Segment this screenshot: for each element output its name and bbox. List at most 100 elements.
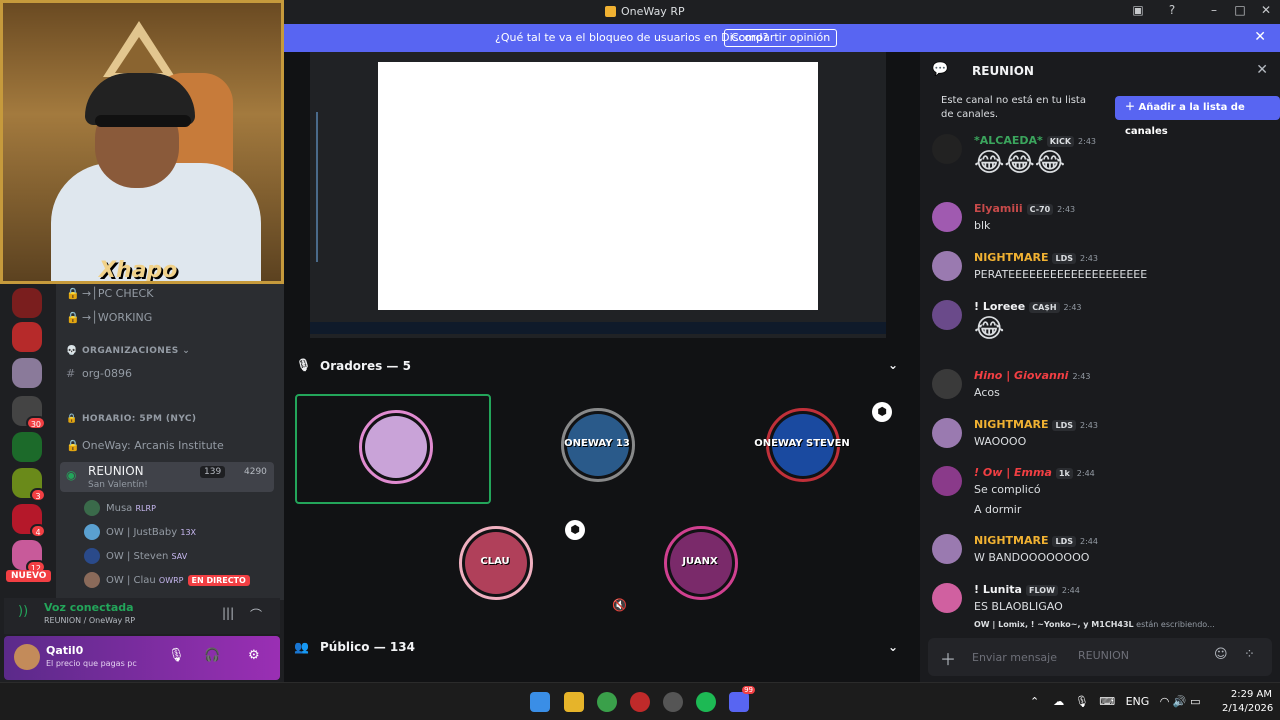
window-title: OneWay RP: [621, 5, 685, 18]
channel-arcanis[interactable]: 🔒 OneWay: Arcanis Institute: [66, 439, 224, 459]
server-icon[interactable]: 3: [12, 468, 46, 502]
disconnect-icon[interactable]: ⌒: [250, 606, 262, 623]
os-taskbar: 99 ⌃ ☁ 🎙 ⌨ ENG ◠ 🔊 ▭ 2:29 AM 2/14/2026: [0, 682, 1280, 720]
lock-icon: 🔒: [66, 439, 80, 452]
app-icon[interactable]: [630, 692, 650, 712]
speaker-tile[interactable]: [295, 394, 491, 504]
plus-icon[interactable]: ＋: [940, 646, 956, 670]
speaker-tile[interactable]: ONEWAY 13: [499, 394, 695, 504]
close-icon[interactable]: ✕: [1256, 62, 1268, 78]
mic-icon: 🎙: [296, 358, 312, 372]
file-explorer-icon[interactable]: [564, 692, 584, 712]
server-icon[interactable]: 4: [12, 504, 46, 538]
voice-status: Voz conectada: [44, 601, 134, 614]
apps-icon[interactable]: ⁘: [1244, 647, 1255, 662]
muted-icon: 🔇: [612, 598, 627, 612]
chevron-down-icon[interactable]: ⌄: [888, 640, 898, 654]
avatar: [84, 572, 100, 588]
voice-channel-name[interactable]: REUNION / OneWay RP: [44, 616, 135, 625]
app-icon[interactable]: [663, 692, 683, 712]
chat-title: REUNION: [972, 64, 1034, 78]
channel-pc-check[interactable]: 🔒 →│PC CHECK: [66, 287, 153, 307]
server-icon[interactable]: 12: [12, 540, 46, 574]
maximize-button[interactable]: □: [1230, 3, 1250, 17]
keyboard-icon[interactable]: ⌨: [1099, 695, 1115, 708]
shared-taskbar: [310, 322, 886, 334]
avatar[interactable]: [932, 418, 962, 448]
voice-icon: ◉: [66, 468, 77, 482]
add-channel-button[interactable]: ＋ Añadir a la lista de canales: [1115, 96, 1280, 137]
voice-channel-reunion[interactable]: ◉ REUNION San Valentín! 139 4290: [60, 462, 274, 492]
avatar[interactable]: [932, 583, 962, 613]
server-icon[interactable]: [12, 432, 42, 462]
server-icon[interactable]: [12, 358, 42, 388]
share-feedback-button[interactable]: Compartir opinión: [724, 29, 838, 47]
speakers-header: Oradores — 5: [320, 359, 411, 373]
new-badge[interactable]: NUEVO: [6, 570, 52, 582]
skull-icon: 💀: [66, 346, 78, 356]
signal-icon[interactable]: )): [18, 604, 28, 619]
voice-user[interactable]: OW | JustBaby 13X: [84, 524, 196, 544]
avatar[interactable]: [932, 134, 962, 164]
unread-badge: 30: [25, 416, 46, 430]
chevron-up-icon[interactable]: ⌃: [1030, 695, 1039, 708]
category-organizaciones[interactable]: 💀 ORGANIZACIONES ⌄: [66, 346, 190, 366]
chat-bubble-icon: 💬: [932, 62, 949, 77]
avatar[interactable]: [932, 534, 962, 564]
voice-user[interactable]: OW | Steven SAV: [84, 548, 187, 568]
chrome-icon[interactable]: [597, 692, 617, 712]
wifi-icon[interactable]: ◠: [1160, 695, 1170, 708]
minimize-button[interactable]: –: [1204, 3, 1224, 17]
user-status: El precio que pagas pc: [46, 659, 137, 668]
avatar[interactable]: [932, 369, 962, 399]
server-icon[interactable]: [12, 322, 42, 352]
close-window-button[interactable]: ✕: [1256, 3, 1276, 17]
gear-icon[interactable]: ⚙: [248, 648, 260, 663]
screen-share[interactable]: [310, 52, 886, 338]
emoji-icon[interactable]: ☺: [1214, 647, 1228, 662]
channel-working[interactable]: 🔒 →│WORKING: [66, 311, 152, 331]
unread-badge: 4: [30, 524, 46, 538]
clock[interactable]: 2:29 AM 2/14/2026: [1222, 688, 1273, 716]
hash-icon: #: [66, 367, 76, 380]
avatar: [84, 524, 100, 540]
discord-icon[interactable]: 99: [729, 686, 755, 712]
username[interactable]: Qatil0: [46, 644, 83, 657]
system-tray[interactable]: ⌃ ☁ 🎙 ⌨ ENG ◠ 🔊 ▭: [1030, 695, 1201, 708]
start-icon[interactable]: [530, 692, 550, 712]
speaker-tile[interactable]: JUANX 🔇: [602, 512, 798, 622]
unread-badge: 3: [30, 488, 46, 502]
chat-header: 💬 REUNION ✕: [920, 52, 1280, 90]
message-input[interactable]: [972, 648, 1182, 666]
voice-user[interactable]: Musa RLRP: [84, 500, 156, 520]
avatar[interactable]: [932, 202, 962, 232]
soundboard-icon[interactable]: |||: [222, 606, 234, 620]
channel-org-0896[interactable]: # org-0896: [66, 367, 132, 387]
close-icon[interactable]: ✕: [1254, 29, 1266, 45]
speaker-tile[interactable]: CLAU ⬢: [397, 512, 593, 622]
language-indicator[interactable]: ENG: [1126, 695, 1150, 708]
server-icon[interactable]: [12, 288, 42, 318]
mute-icon[interactable]: 🎙: [168, 648, 185, 663]
avatar[interactable]: [932, 300, 962, 330]
speaker-tile[interactable]: ONEWAY STEVEN ⬢: [704, 394, 900, 504]
user-panel: Qatil0 El precio que pagas pc 🎙 🎧 ⚙: [4, 636, 280, 680]
webcam-overlay: Xhapo: [0, 0, 284, 284]
feedback-banner: ¿Qué tal te va el bloqueo de usuarios en…: [284, 24, 1280, 52]
voice-user[interactable]: OW | Clau OWRP EN DIRECTO: [84, 572, 250, 592]
chevron-down-icon[interactable]: ⌄: [888, 358, 898, 372]
server-icon[interactable]: 30: [12, 396, 46, 430]
avatar[interactable]: [932, 466, 962, 496]
channel-horario[interactable]: 🔒 HORARIO: 5PM (NYC): [66, 414, 196, 434]
live-badge: EN DIRECTO: [187, 575, 250, 586]
cloud-icon[interactable]: ☁: [1053, 695, 1064, 708]
mic-icon[interactable]: 🎙: [1075, 695, 1089, 708]
help-icon[interactable]: ?: [1162, 3, 1182, 17]
inbox-icon[interactable]: ▣: [1128, 3, 1148, 17]
spotify-icon[interactable]: [696, 692, 716, 712]
avatar[interactable]: [932, 251, 962, 281]
avatar[interactable]: [14, 644, 40, 670]
volume-icon[interactable]: 🔊: [1173, 695, 1187, 708]
battery-icon[interactable]: ▭: [1190, 695, 1200, 708]
headphones-icon[interactable]: 🎧: [204, 648, 220, 663]
